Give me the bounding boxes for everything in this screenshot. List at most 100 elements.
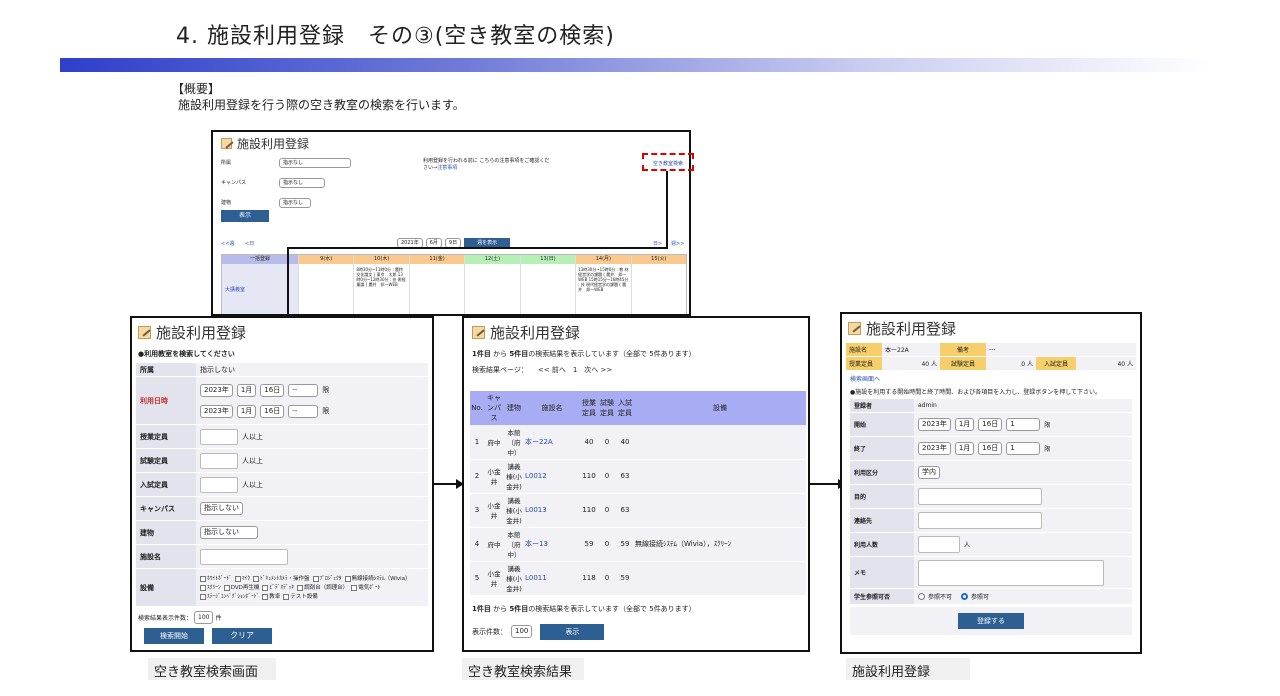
shiken-input[interactable] bbox=[200, 452, 238, 469]
cell-name[interactable]: L0012 bbox=[524, 459, 580, 494]
end-year-select[interactable]: 2023年 bbox=[200, 404, 233, 418]
count-select[interactable]: 100 bbox=[511, 625, 533, 638]
contact-input[interactable] bbox=[918, 512, 1042, 529]
start-period-select[interactable]: -- bbox=[288, 383, 319, 397]
start-day-select[interactable]: 16日 bbox=[978, 418, 1003, 431]
cell-name[interactable]: 本ー13 bbox=[524, 527, 580, 562]
equipment-checkbox[interactable] bbox=[351, 584, 358, 591]
cell-building: 本館（府中） bbox=[504, 527, 524, 562]
equipment-label: ﾌﾟﾛｼﾞｪｸﾀ bbox=[319, 575, 342, 582]
label-nyushi: 入試定員 bbox=[1036, 357, 1076, 370]
equipment-checkbox[interactable] bbox=[283, 593, 290, 600]
table-row: 3 小金井 講義棟(小金井) L0013 110 0 63 bbox=[470, 493, 806, 528]
prev-week-link[interactable]: <<週 bbox=[221, 240, 234, 247]
memo-textarea[interactable] bbox=[918, 559, 1104, 586]
prev-day-link[interactable]: <日 bbox=[245, 240, 254, 247]
cell[interactable] bbox=[630, 264, 686, 314]
jugyo-input[interactable] bbox=[200, 428, 238, 445]
equipment-checkbox[interactable] bbox=[200, 584, 206, 591]
cell-name[interactable]: L0013 bbox=[524, 493, 580, 528]
col-header: キャンパス bbox=[484, 391, 504, 425]
equipment-checkbox[interactable] bbox=[223, 584, 230, 591]
equipment-checkbox[interactable] bbox=[234, 575, 241, 582]
next-week-link[interactable]: 週>> bbox=[671, 240, 684, 247]
equipment-item: DVD再生機 bbox=[223, 584, 260, 592]
end-year-select[interactable]: 2023年 bbox=[918, 442, 951, 455]
start-period-select[interactable]: 1 bbox=[1006, 418, 1041, 431]
show-button[interactable]: 表示 bbox=[540, 623, 605, 640]
slide-title: 4. 施設利用登録 その③(空き教室の検索) bbox=[176, 24, 615, 49]
connector-line bbox=[434, 483, 458, 485]
end-day-select[interactable]: 16日 bbox=[260, 404, 285, 418]
equipment-checkbox[interactable] bbox=[262, 593, 269, 600]
schedule-grid: 一括登録 9(水) 10(木) 11(金) 12(土) 13(日) 14(月) … bbox=[221, 254, 687, 314]
shozoku-select[interactable]: 指示なし bbox=[279, 158, 351, 168]
cell[interactable] bbox=[519, 264, 575, 314]
search-button[interactable]: 検索開始 bbox=[144, 628, 204, 644]
show-button[interactable]: 表示 bbox=[221, 210, 269, 222]
shozoku-value: 指示しない bbox=[196, 363, 428, 376]
equipment-checkbox[interactable] bbox=[262, 584, 269, 591]
paging-links[interactable]: << 前へ 1 次へ >> bbox=[538, 365, 612, 375]
equipment-checkbox[interactable] bbox=[200, 593, 206, 600]
end-period-select[interactable]: 1 bbox=[1006, 442, 1041, 455]
people-input[interactable] bbox=[918, 536, 960, 553]
equipment-label: 調剤台（調理台） bbox=[304, 584, 349, 591]
notice-link[interactable]: 注意事項 bbox=[437, 165, 457, 171]
start-year-select[interactable]: 2023年 bbox=[918, 418, 951, 431]
equipment-item: ﾏｲｸ bbox=[234, 575, 250, 583]
table-header: No. キャンパス 建物 施設名 授業定員 試験定員 入試定員 設備 bbox=[470, 391, 806, 425]
cell-no: 2 bbox=[470, 459, 484, 494]
kubun-select[interactable]: 学内 bbox=[918, 466, 940, 479]
count-select[interactable]: 100 bbox=[194, 611, 214, 624]
start-year-select[interactable]: 2023年 bbox=[200, 383, 233, 397]
page-title: 施設利用登録 bbox=[866, 320, 957, 338]
cell-equip: 無線接続ｼｽﾃﾑ（Wivia），ｽｸﾘｰﾝ bbox=[634, 527, 806, 562]
nyushi-input[interactable] bbox=[200, 476, 238, 493]
cell-booking[interactable]: 8時30分~11時0分 : 農特 交化論文 ( 東京 太郎 13時0分~12時3… bbox=[353, 264, 408, 314]
connector-line bbox=[287, 247, 668, 249]
label-shiken: 試験定員 bbox=[940, 357, 986, 370]
back-to-search-link[interactable]: 検索画面へ bbox=[842, 371, 1140, 386]
tatemono-select[interactable]: 指示なし bbox=[279, 198, 311, 208]
equipment-label: DVD再生機 bbox=[230, 584, 260, 591]
radio-no[interactable] bbox=[918, 593, 925, 600]
cell-jugyo: 59 bbox=[580, 527, 598, 562]
end-period-select[interactable]: -- bbox=[288, 404, 319, 418]
next-day-link[interactable]: 日> bbox=[653, 240, 662, 247]
cell-name[interactable]: 本ー22A bbox=[524, 425, 580, 460]
equipment-label: ｽｸﾘｰﾝ bbox=[207, 584, 221, 591]
cell[interactable] bbox=[408, 264, 464, 314]
start-month-select[interactable]: 1月 bbox=[236, 383, 257, 397]
purpose-input[interactable] bbox=[918, 488, 1042, 505]
equipment-checkbox[interactable] bbox=[200, 575, 206, 582]
end-day-select[interactable]: 16日 bbox=[978, 442, 1003, 455]
radio-no-label: 参照不可 bbox=[928, 594, 953, 601]
col-header: 授業定員 bbox=[580, 391, 598, 425]
cell-booking[interactable]: 13時30分~15時0分 : 教 材経営学の課題 ( 農井 邦一WEB 15時1… bbox=[575, 264, 630, 314]
count-label: 表示件数： bbox=[472, 627, 507, 636]
start-day-select[interactable]: 16日 bbox=[260, 383, 285, 397]
shisetsu-input[interactable] bbox=[200, 548, 288, 565]
equipment-checkbox[interactable] bbox=[312, 575, 319, 582]
register-button[interactable]: 登録する bbox=[958, 613, 1024, 629]
campus-select[interactable]: 指示なし bbox=[279, 178, 325, 188]
label-purpose: 目的 bbox=[850, 485, 914, 508]
end-month-select[interactable]: 1月 bbox=[954, 442, 975, 455]
equipment-checkbox[interactable] bbox=[253, 575, 260, 582]
campus-select[interactable]: 指示しない bbox=[200, 502, 243, 515]
cell-campus: 小金井 bbox=[484, 459, 504, 494]
cell[interactable] bbox=[298, 264, 353, 314]
end-month-select[interactable]: 1月 bbox=[236, 404, 257, 418]
day-header: 13(日) bbox=[519, 255, 576, 264]
cell-name[interactable]: L0011 bbox=[524, 561, 580, 596]
gen-label: 限 bbox=[322, 407, 330, 415]
radio-yes[interactable] bbox=[961, 593, 969, 600]
clear-button[interactable]: クリア bbox=[212, 628, 272, 644]
equipment-checkbox[interactable] bbox=[297, 584, 304, 591]
start-month-select[interactable]: 1月 bbox=[954, 418, 975, 431]
cell[interactable] bbox=[464, 264, 519, 314]
label-shiken: 試験定員 bbox=[136, 449, 196, 472]
equipment-checkbox[interactable] bbox=[344, 575, 351, 582]
tatemono-select[interactable]: 指示しない bbox=[200, 526, 258, 539]
